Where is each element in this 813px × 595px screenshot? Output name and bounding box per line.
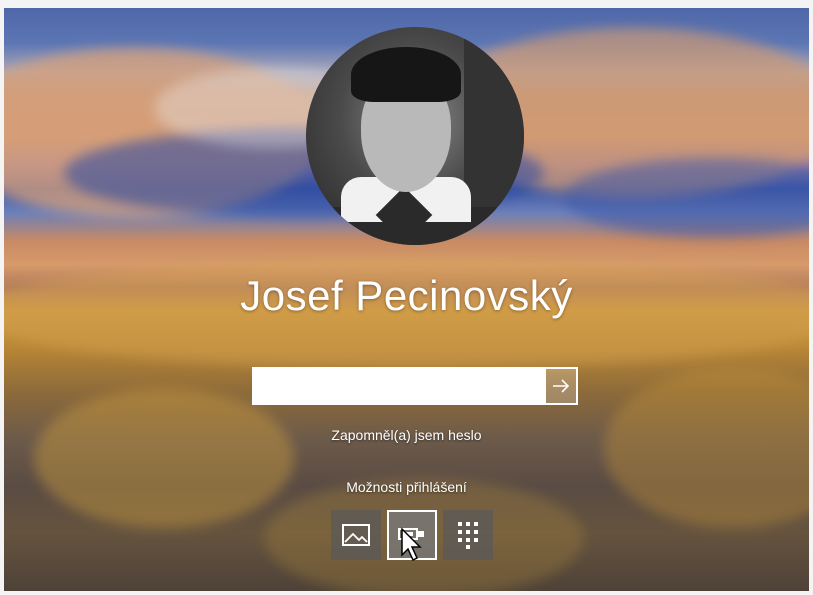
background-grass	[34, 388, 294, 528]
background-grass	[604, 368, 809, 528]
sign-in-option-security-key[interactable]	[387, 510, 437, 560]
user-avatar	[306, 27, 524, 245]
security-key-icon	[398, 528, 424, 545]
arrow-right-icon	[553, 379, 570, 393]
user-name: Josef Pecinovský	[240, 272, 573, 319]
submit-button[interactable]	[544, 367, 578, 405]
password-input[interactable]	[252, 367, 544, 405]
sign-in-options-bar	[331, 510, 501, 560]
picture-password-icon	[342, 524, 370, 546]
sign-in-option-picture-password[interactable]	[331, 510, 381, 560]
sign-in-option-pin[interactable]	[443, 510, 493, 560]
password-box	[252, 367, 578, 405]
avatar-photo-detail	[351, 47, 461, 102]
sign-in-options-link[interactable]: Možnosti přihlášení	[0, 479, 813, 495]
forgot-password-link[interactable]: Zapomněl(a) jsem heslo	[0, 427, 813, 443]
pin-keypad-icon	[458, 522, 478, 549]
